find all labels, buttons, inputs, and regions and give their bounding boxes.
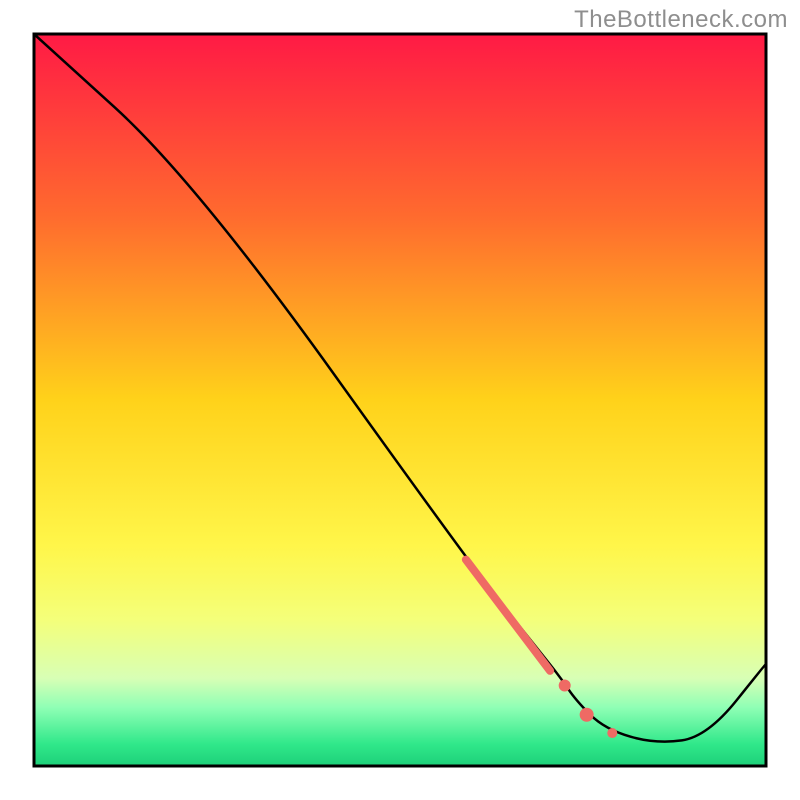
plot-background: [34, 34, 766, 766]
marker-dot-c: [607, 728, 617, 738]
marker-dot-a: [559, 679, 571, 691]
marker-dot-b: [580, 708, 594, 722]
bottleneck-chart: [0, 0, 800, 800]
watermark-text: TheBottleneck.com: [574, 6, 788, 34]
chart-canvas: TheBottleneck.com: [0, 0, 800, 800]
